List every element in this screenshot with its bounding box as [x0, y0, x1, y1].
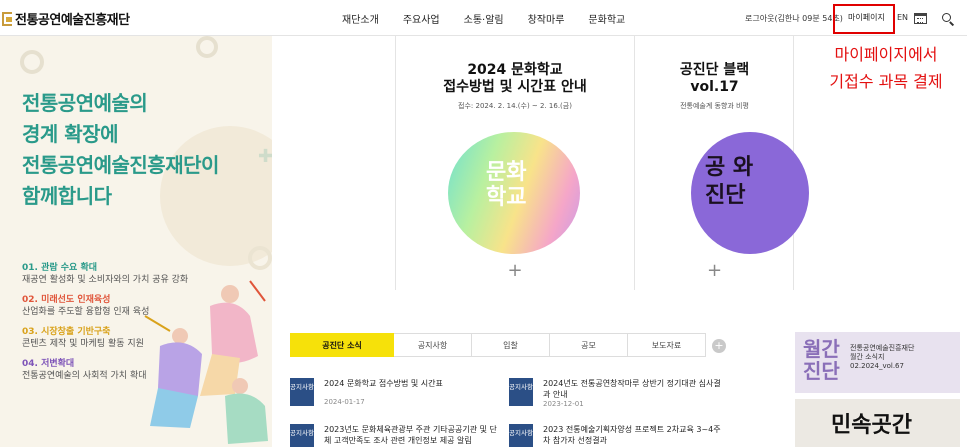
card-more-plus-icon[interactable]: +: [636, 260, 793, 281]
site-logo[interactable]: 전통공연예술진흥재단: [2, 9, 130, 28]
monthly-gongjindan-banner[interactable]: 월간 진단 전통공연예술진흥재단 월간 소식지 02.2024_vol.67: [795, 332, 960, 393]
news-item[interactable]: 공지사항 2024 문화학교 접수방법 및 시간표 2024-01-17: [290, 378, 490, 414]
logo-mark-icon: [2, 11, 12, 26]
nav-projects[interactable]: 주요사업: [403, 11, 440, 26]
news-title: 2023 전통예술기획자양성 프로젝트 2차교육 3~4주차 참가자 선정결과: [543, 425, 721, 445]
tab-press[interactable]: 보도자료: [628, 333, 706, 357]
card-image-text-line: 학교: [486, 185, 527, 210]
card-title-line: 접수방법 및 시간표 안내: [443, 79, 587, 95]
tab-contest[interactable]: 공모: [550, 333, 628, 357]
card-image-text: 문화 학교: [486, 160, 526, 210]
culture-school-image: 문화 학교: [448, 132, 580, 254]
hero-title: 전통공연예술의 경계 확장에 전통공연예술진흥재단이 함께합니다: [22, 88, 219, 212]
banner-logo-text: 월간 진단: [803, 338, 840, 382]
card-title-line: 2024 문화학교: [467, 62, 563, 78]
news-badge: 공지사항: [509, 378, 533, 406]
news-title: 2023년도 문화체육관광부 주관 기타공공기관 및 단체 고객만족도 조사 관…: [324, 425, 497, 445]
tab-bid[interactable]: 입찰: [472, 333, 550, 357]
card-title: 2024 문화학교 접수방법 및 시간표 안내: [396, 62, 634, 96]
news-badge: 공지사항: [290, 378, 314, 406]
news-more-plus-icon[interactable]: +: [712, 339, 726, 353]
banner-caption: 전통공연예술진흥재단 월간 소식지 02.2024_vol.67: [850, 344, 914, 371]
news-tabs: 공진단 소식 공지사항 입찰 공모 보도자료: [290, 333, 706, 357]
news-item[interactable]: 공지사항 2023년도 문화체육관광부 주관 기타공공기관 및 단체 고객만족도…: [290, 424, 497, 447]
card-image-text: 공 와 진단: [705, 154, 753, 210]
news-item[interactable]: 공지사항 2023 전통예술기획자양성 프로젝트 2차교육 3~4주차 참가자 …: [509, 424, 721, 447]
card-image-text-line: 와: [732, 155, 754, 180]
language-en-link[interactable]: EN: [897, 13, 908, 22]
news-badge: 공지사항: [290, 424, 314, 447]
dancers-illustration: [144, 280, 268, 444]
card-title-line: 공진단 블랙: [679, 62, 750, 78]
hero-ornament-icon: [196, 36, 218, 58]
hero-title-line: 전통공연예술의: [22, 91, 148, 115]
banner-caption-line: 월간 소식지: [850, 353, 885, 361]
nav-culture-school[interactable]: 문화학교: [588, 11, 625, 26]
nav-news[interactable]: 소통·알림: [464, 11, 504, 26]
banner-logo-line: 월간: [803, 337, 840, 361]
hero-plus-ornament-icon: ✚: [258, 146, 272, 167]
news-title: 2024 문화학교 접수방법 및 시간표: [324, 379, 443, 388]
news-date: 2023-12-01: [543, 400, 584, 408]
card-more-plus-icon[interactable]: +: [396, 260, 634, 281]
hero-section: ✚ 전통공연예술의 경계 확장에 전통공연예술진흥재단이 함께합니다 01. 관…: [0, 36, 272, 447]
hero-title-line: 전통공연예술진흥재단이: [22, 153, 219, 177]
card-title-line: vol.17: [690, 79, 739, 95]
logo-text: 전통공연예술진흥재단: [15, 13, 130, 28]
folk-storehouse-banner[interactable]: 민속곳간: [795, 399, 960, 447]
hero-title-line: 함께합니다: [22, 184, 112, 208]
card-image-text-line: 공: [705, 155, 726, 180]
tab-notice[interactable]: 공지사항: [394, 333, 472, 357]
search-icon[interactable]: [942, 13, 951, 22]
annotation-note: 마이페이지에서 기접수 과목 결제: [806, 41, 966, 95]
card-subtitle: 전통예술계 동향과 비평: [680, 102, 749, 110]
banner-caption-line: 02.2024_vol.67: [850, 362, 904, 370]
card-title: 공진단 블랙 vol.17: [636, 62, 793, 96]
logout-link[interactable]: 로그아웃(김한나 09분 54초): [745, 13, 843, 24]
hero-goal-title: 01. 관람 수요 확대: [22, 263, 98, 273]
hero-ornament-icon: [20, 50, 44, 74]
news-title: 2024년도 전통공연창작마루 상반기 정기대관 심사결과 안내: [543, 379, 721, 399]
news-badge: 공지사항: [509, 424, 533, 447]
hero-title-line: 경계 확장에: [22, 122, 118, 146]
gongjindan-cover-image: 공 와 진단: [691, 132, 809, 254]
card-subtitle: 접수: 2024. 2. 14.(수) ~ 2. 16.(금): [458, 102, 572, 110]
news-item[interactable]: 공지사항 2024년도 전통공연창작마루 상반기 정기대관 심사결과 안내 20…: [509, 378, 721, 414]
feature-card-gongjindan[interactable]: 공진단 블랙 vol.17 전통예술계 동향과 비평 공 와 진단 +: [636, 36, 809, 290]
tab-gongjindan-news[interactable]: 공진단 소식: [290, 333, 394, 357]
site-header: 전통공연예술진흥재단 재단소개 주요사업 소통·알림 창작마루 문화학교 로그아…: [0, 0, 967, 36]
main-nav: 재단소개 주요사업 소통·알림 창작마루 문화학교: [342, 11, 649, 26]
feature-card-culture-school[interactable]: 2024 문화학교 접수방법 및 시간표 안내 접수: 2024. 2. 14.…: [395, 36, 635, 290]
nav-foundation[interactable]: 재단소개: [342, 11, 379, 26]
banner-caption-line: 전통공연예술진흥재단: [850, 344, 915, 352]
news-date: 2024-01-17: [324, 398, 365, 406]
card-image-text-line: 문화: [486, 160, 527, 185]
annotation-line-2: 기접수 과목 결제: [829, 72, 943, 91]
annotation-line-1: 마이페이지에서: [834, 45, 938, 64]
banner-logo-line: 진단: [803, 359, 840, 383]
nav-creation[interactable]: 창작마루: [528, 11, 565, 26]
banner-title: 민속곳간: [831, 413, 912, 438]
mypage-highlight-box: [833, 4, 895, 34]
calendar-icon[interactable]: [914, 13, 927, 24]
card-image-text-line: 진단: [705, 183, 746, 208]
hero-ornament-icon: [248, 246, 272, 270]
